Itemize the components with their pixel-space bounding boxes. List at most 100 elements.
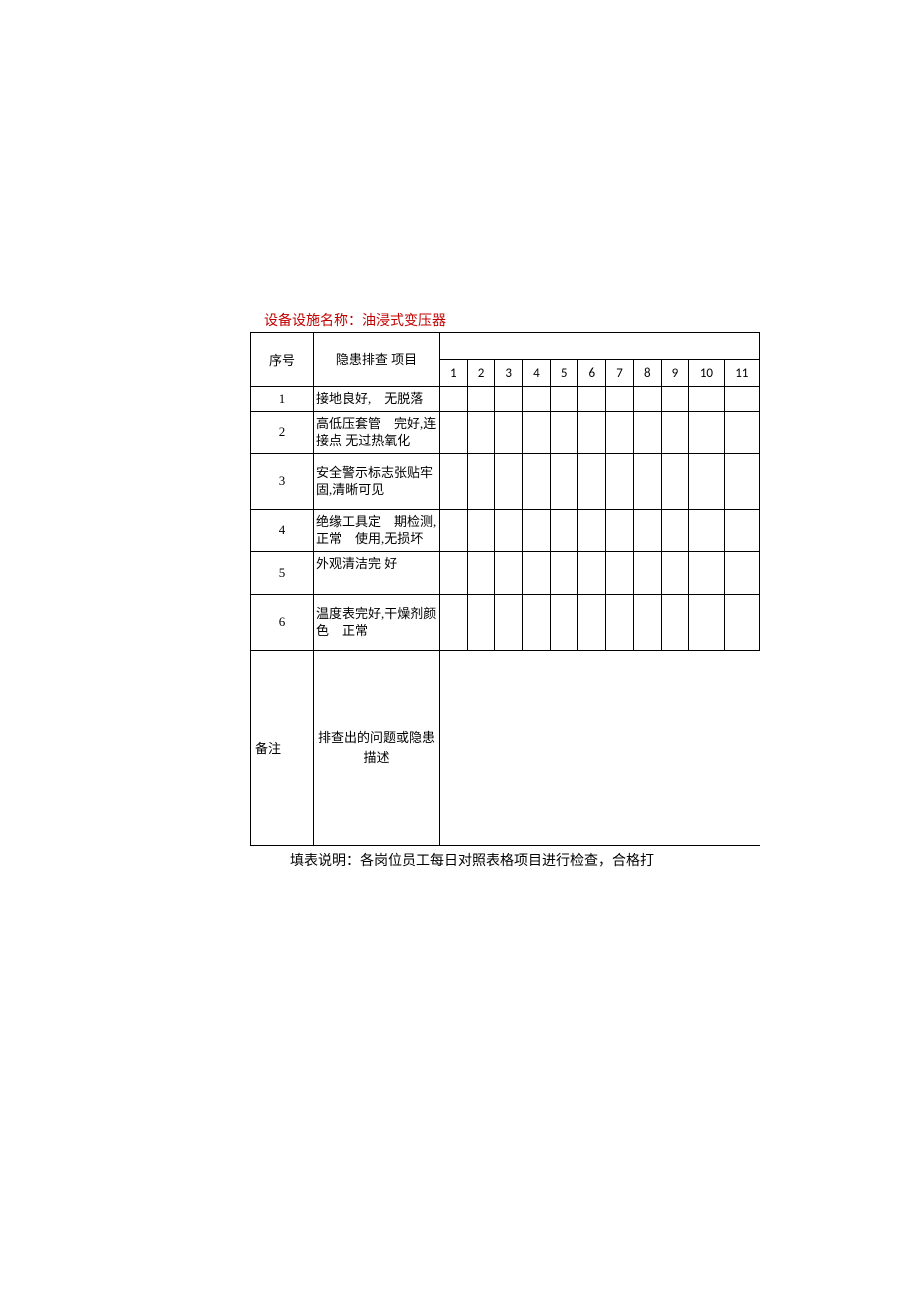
row-item: 高低压套管 完好,连接点 无过热氧化 <box>313 411 439 453</box>
day-header: 3 <box>495 360 523 387</box>
check-cell[interactable] <box>633 411 661 453</box>
check-cell[interactable] <box>606 594 634 650</box>
check-cell[interactable] <box>467 509 495 551</box>
check-cell[interactable] <box>523 411 551 453</box>
table-row: 6 温度表完好,干燥剂颜色 正常 <box>251 594 760 650</box>
check-cell[interactable] <box>724 453 759 509</box>
row-seq: 1 <box>251 387 314 412</box>
check-cell[interactable] <box>523 387 551 412</box>
check-cell[interactable] <box>661 453 689 509</box>
check-cell[interactable] <box>550 411 578 453</box>
check-cell[interactable] <box>495 509 523 551</box>
check-cell[interactable] <box>689 411 724 453</box>
check-cell[interactable] <box>439 387 467 412</box>
check-cell[interactable] <box>606 551 634 594</box>
check-cell[interactable] <box>495 551 523 594</box>
check-cell[interactable] <box>606 509 634 551</box>
check-cell[interactable] <box>523 509 551 551</box>
check-cell[interactable] <box>578 411 606 453</box>
check-cell[interactable] <box>467 594 495 650</box>
check-cell[interactable] <box>606 387 634 412</box>
row-item: 安全警示标志张贴牢固,清晰可见 <box>313 453 439 509</box>
check-cell[interactable] <box>689 509 724 551</box>
day-header: 2 <box>467 360 495 387</box>
day-header: 5 <box>550 360 578 387</box>
day-header: 6 <box>578 360 606 387</box>
day-header: 10 <box>689 360 724 387</box>
check-cell[interactable] <box>578 551 606 594</box>
check-cell[interactable] <box>661 551 689 594</box>
check-cell[interactable] <box>495 594 523 650</box>
day-header: 9 <box>661 360 689 387</box>
row-item: 接地良好, 无脱落 <box>313 387 439 412</box>
check-cell[interactable] <box>495 453 523 509</box>
day-header: 7 <box>606 360 634 387</box>
day-header: 11 <box>724 360 759 387</box>
row-seq: 5 <box>251 551 314 594</box>
check-cell[interactable] <box>550 453 578 509</box>
check-cell[interactable] <box>661 387 689 412</box>
table-row: 5 外观清洁完 好 <box>251 551 760 594</box>
check-cell[interactable] <box>467 453 495 509</box>
check-cell[interactable] <box>633 551 661 594</box>
check-cell[interactable] <box>724 594 759 650</box>
check-cell[interactable] <box>439 551 467 594</box>
check-cell[interactable] <box>661 411 689 453</box>
check-cell[interactable] <box>689 551 724 594</box>
header-item: 隐患排查 项目 <box>313 333 439 387</box>
check-cell[interactable] <box>689 387 724 412</box>
row-seq: 4 <box>251 509 314 551</box>
check-cell[interactable] <box>439 411 467 453</box>
check-cell[interactable] <box>523 594 551 650</box>
check-cell[interactable] <box>633 594 661 650</box>
check-cell[interactable] <box>467 387 495 412</box>
check-cell[interactable] <box>550 509 578 551</box>
header-days-span <box>439 333 759 360</box>
row-item: 外观清洁完 好 <box>313 551 439 594</box>
check-cell[interactable] <box>661 509 689 551</box>
check-cell[interactable] <box>724 509 759 551</box>
check-cell[interactable] <box>439 453 467 509</box>
check-cell[interactable] <box>724 387 759 412</box>
table-row: 3 安全警示标志张贴牢固,清晰可见 <box>251 453 760 509</box>
day-header: 1 <box>439 360 467 387</box>
check-cell[interactable] <box>550 594 578 650</box>
check-cell[interactable] <box>550 551 578 594</box>
table-row: 4 绝缘工具定 期检测,正常 使用,无损坏 <box>251 509 760 551</box>
check-cell[interactable] <box>633 387 661 412</box>
row-item: 绝缘工具定 期检测,正常 使用,无损坏 <box>313 509 439 551</box>
check-cell[interactable] <box>578 509 606 551</box>
check-cell[interactable] <box>578 387 606 412</box>
check-cell[interactable] <box>689 594 724 650</box>
inspection-table: 序号 隐患排查 项目 1 2 3 4 5 6 7 8 9 10 11 1 接地良… <box>250 332 760 846</box>
note-desc: 排查出的问题或隐患描述 <box>313 650 439 845</box>
note-area[interactable] <box>439 650 759 845</box>
check-cell[interactable] <box>578 453 606 509</box>
check-cell[interactable] <box>523 551 551 594</box>
check-cell[interactable] <box>633 509 661 551</box>
check-cell[interactable] <box>606 411 634 453</box>
check-cell[interactable] <box>467 551 495 594</box>
check-cell[interactable] <box>523 453 551 509</box>
note-label: 备注 <box>251 650 314 845</box>
row-item: 温度表完好,干燥剂颜色 正常 <box>313 594 439 650</box>
check-cell[interactable] <box>724 551 759 594</box>
document-page: 设备设施名称：油浸式变压器 序号 隐患排查 项目 1 2 3 4 5 6 7 8… <box>0 0 760 870</box>
check-cell[interactable] <box>633 453 661 509</box>
check-cell[interactable] <box>689 453 724 509</box>
header-row-1: 序号 隐患排查 项目 <box>251 333 760 360</box>
check-cell[interactable] <box>550 387 578 412</box>
check-cell[interactable] <box>439 509 467 551</box>
note-row: 备注 排查出的问题或隐患描述 <box>251 650 760 845</box>
check-cell[interactable] <box>495 387 523 412</box>
check-cell[interactable] <box>724 411 759 453</box>
row-seq: 3 <box>251 453 314 509</box>
day-header: 4 <box>523 360 551 387</box>
check-cell[interactable] <box>495 411 523 453</box>
check-cell[interactable] <box>606 453 634 509</box>
check-cell[interactable] <box>661 594 689 650</box>
check-cell[interactable] <box>439 594 467 650</box>
check-cell[interactable] <box>578 594 606 650</box>
check-cell[interactable] <box>467 411 495 453</box>
equipment-title: 设备设施名称：油浸式变压器 <box>250 310 760 330</box>
